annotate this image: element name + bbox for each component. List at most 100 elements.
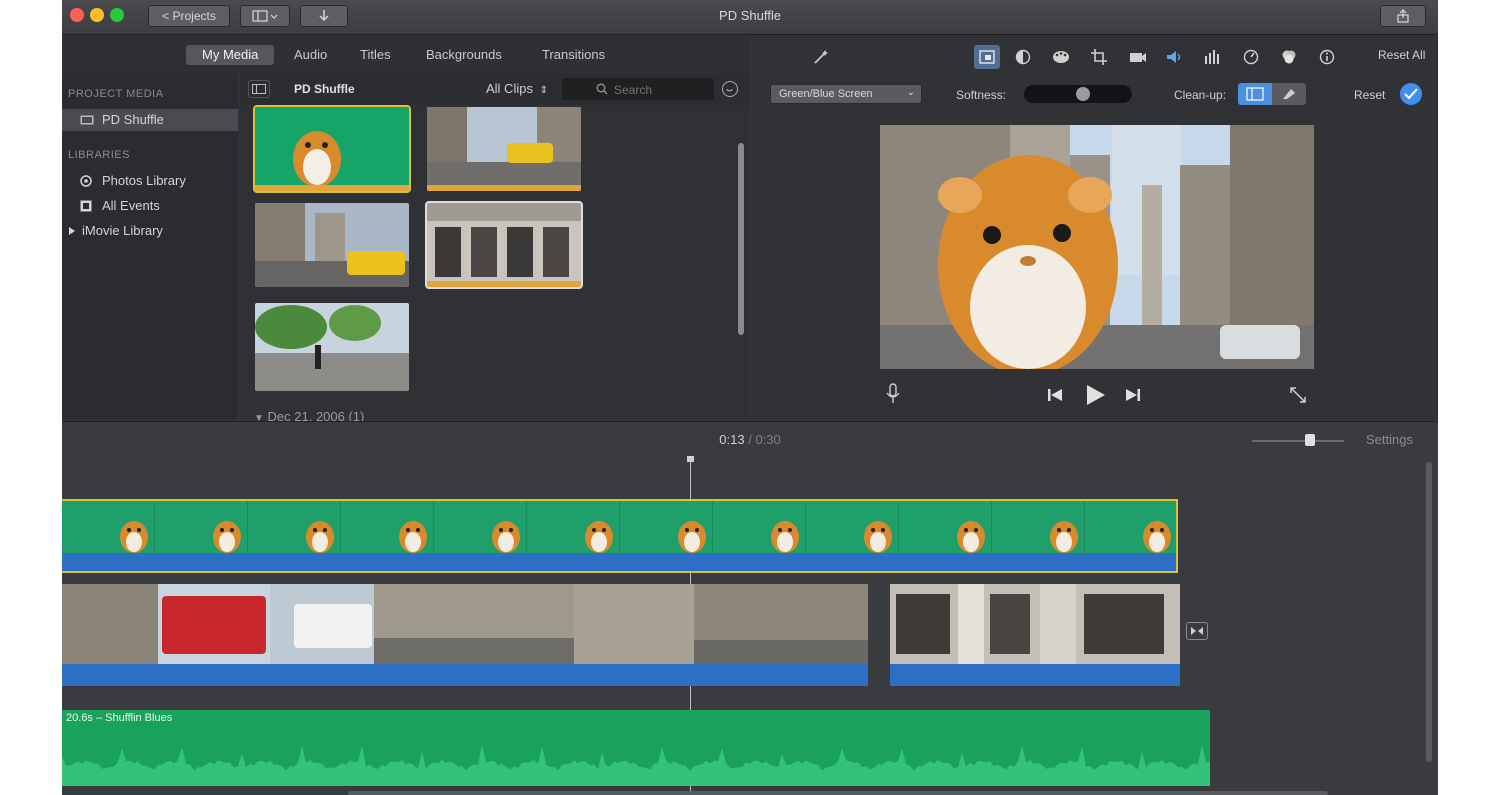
sidebar-item-label: All Events: [102, 198, 160, 213]
sidebar-item-all-events[interactable]: All Events: [62, 195, 238, 217]
media-browser: PD Shuffle All Clips ⇕ Search ▼ Dec 21, …: [240, 73, 750, 424]
reset-button[interactable]: Reset: [1354, 88, 1385, 102]
green-screen-clip[interactable]: [62, 499, 1178, 573]
browser-settings-button[interactable]: [722, 81, 738, 97]
search-icon: [596, 83, 608, 95]
clip-thumbnail-street-taxi[interactable]: [427, 107, 581, 191]
color-balance-icon: [1015, 49, 1031, 65]
cleanup-eraser-icon: [1283, 89, 1295, 99]
toggle-sidebar-button[interactable]: [248, 80, 270, 98]
hamster-thumbnail-image: [255, 131, 409, 191]
skip-back-button[interactable]: [1046, 387, 1064, 403]
fullscreen-arrows-icon: [1290, 387, 1306, 403]
title-bar: < Projects PD Shuffle: [62, 0, 1438, 35]
clip-thumbnail-street-yellow-cab[interactable]: [255, 203, 409, 287]
timeline-zoom-knob[interactable]: [1305, 434, 1316, 446]
audio-waveform: [62, 744, 1210, 786]
stabilization-button[interactable]: [1124, 45, 1150, 69]
speedometer-icon: [1243, 49, 1259, 65]
magic-wand-icon: [814, 50, 828, 64]
cleanup-eraser-button[interactable]: [1238, 83, 1272, 105]
tab-audio[interactable]: Audio: [278, 45, 343, 65]
color-balance-button[interactable]: [1010, 45, 1036, 69]
chevron-down-icon: ⌄: [906, 87, 915, 98]
transition-icon: [1191, 627, 1203, 635]
music-clip[interactable]: 20.6s – Shufflin Blues: [62, 710, 1210, 786]
sidebar-item-imovie-library[interactable]: iMovie Library: [62, 220, 238, 242]
street-clip-audio-bar: [62, 664, 868, 686]
softness-slider-knob[interactable]: [1075, 87, 1090, 101]
cleanup-pen-button[interactable]: [1272, 83, 1306, 105]
updown-chevron-icon: ⇕: [539, 85, 548, 96]
transition-marker[interactable]: [1186, 622, 1208, 640]
search-field[interactable]: [562, 78, 714, 100]
events-icon: [80, 200, 92, 212]
tab-backgrounds[interactable]: Backgrounds: [410, 45, 518, 65]
equalizer-icon: [1205, 50, 1219, 64]
overlay-icon: [979, 50, 995, 64]
clip-info-button[interactable]: [1314, 45, 1340, 69]
video-overlay-button[interactable]: [974, 45, 1000, 69]
info-icon: [1319, 49, 1335, 65]
volume-button[interactable]: [1162, 45, 1188, 69]
effect-select-value: Green/Blue Screen: [779, 88, 873, 100]
timeline-horizontal-scrollbar[interactable]: [348, 791, 1328, 795]
voiceover-button[interactable]: [886, 383, 904, 405]
enhance-wand-button[interactable]: [808, 45, 834, 69]
disclosure-triangle-icon[interactable]: [68, 227, 76, 235]
playhead-marker: [687, 456, 694, 462]
clip-thumbnail-storefront[interactable]: [425, 201, 583, 289]
clip-thumbnail-park-street[interactable]: [255, 303, 409, 391]
sidebar-item-label: Photos Library: [102, 173, 186, 188]
checkmark-icon: [1404, 88, 1418, 100]
share-icon: [1397, 9, 1409, 23]
imovie-window: < Projects PD Shuffle My Media Audio Tit…: [62, 0, 1438, 795]
palette-icon: [1053, 51, 1069, 63]
current-time: 0:13: [719, 432, 745, 447]
timeline[interactable]: 0:13 / 0:30 Settings 20.6s – Shufflin Bl…: [62, 421, 1438, 795]
reset-all-button[interactable]: Reset All: [1378, 48, 1425, 62]
softness-slider[interactable]: [1024, 85, 1132, 103]
clip-thumbnail-green-screen-hamster[interactable]: [253, 105, 411, 193]
timecode: 0:13 / 0:30: [62, 432, 1438, 447]
speed-button[interactable]: [1238, 45, 1264, 69]
film-icon: [80, 115, 94, 125]
green-clip-frame: [899, 501, 992, 553]
sidebar-item-pd-shuffle[interactable]: PD Shuffle: [62, 109, 238, 131]
tab-my-media[interactable]: My Media: [186, 45, 275, 65]
tab-transitions[interactable]: Transitions: [526, 45, 621, 65]
skip-forward-icon: [1126, 389, 1140, 401]
timeline-settings-button[interactable]: Settings: [1366, 432, 1413, 447]
apply-check-button[interactable]: [1400, 83, 1422, 105]
primary-clip-street[interactable]: [62, 584, 868, 686]
fullscreen-button[interactable]: [1288, 385, 1308, 405]
audio-waveform-shape: [62, 744, 1210, 786]
noise-reduction-button[interactable]: [1200, 45, 1226, 69]
clip-filter-button[interactable]: [1276, 45, 1302, 69]
timeline-zoom-slider[interactable]: [1252, 434, 1344, 446]
window-title: PD Shuffle: [719, 8, 781, 23]
skip-forward-button[interactable]: [1124, 387, 1142, 403]
street-taxi-thumbnail-image: [427, 107, 581, 191]
play-button[interactable]: [1084, 383, 1106, 407]
timeline-vertical-scrollbar[interactable]: [1426, 462, 1432, 762]
sidebar-item-photos-library[interactable]: Photos Library: [62, 170, 238, 192]
search-input[interactable]: [612, 81, 712, 99]
microphone-icon: [886, 383, 900, 403]
green-clip-frame: [62, 501, 155, 553]
browser-scrollbar[interactable]: [738, 143, 744, 335]
green-clip-frame: [713, 501, 806, 553]
storefront-clip-audio-bar: [890, 664, 1180, 686]
clip-filter-value: All Clips: [486, 81, 533, 96]
green-clip-frame: [620, 501, 713, 553]
clip-filter-select[interactable]: All Clips ⇕: [486, 81, 548, 96]
tab-titles[interactable]: Titles: [344, 45, 407, 65]
cleanup-brush-icon: [1246, 87, 1264, 101]
primary-clip-storefront[interactable]: [890, 584, 1180, 686]
speaker-icon: [1167, 51, 1181, 63]
effect-select[interactable]: Green/Blue Screen ⌄: [770, 84, 922, 104]
color-correction-button[interactable]: [1048, 45, 1074, 69]
share-button[interactable]: [1380, 5, 1426, 27]
video-preview[interactable]: [880, 125, 1314, 369]
crop-button[interactable]: [1086, 45, 1112, 69]
